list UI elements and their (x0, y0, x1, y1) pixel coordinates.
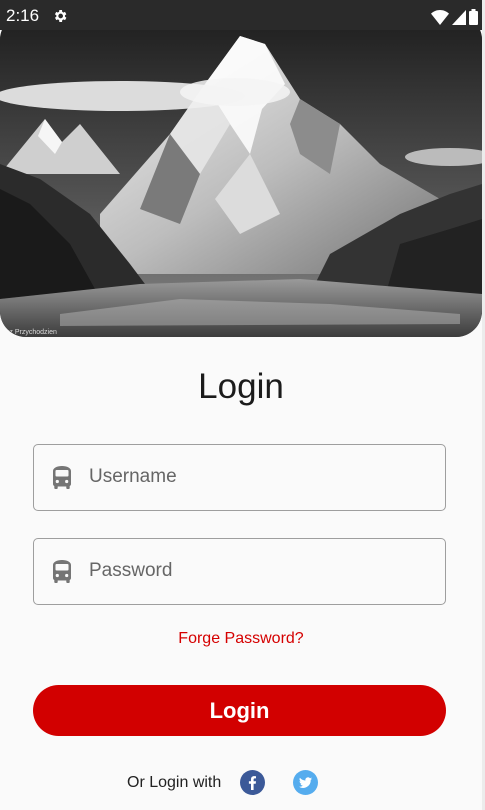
login-button[interactable]: Login (33, 685, 446, 736)
status-icons (431, 7, 478, 25)
mountain-illustration (0, 14, 482, 337)
battery-icon (469, 9, 478, 25)
bus-icon (53, 560, 71, 583)
status-bar: 2:16 (0, 0, 482, 30)
username-field[interactable] (33, 444, 446, 511)
login-screen: 2:16 asz Przychodzien Login Username For… (0, 0, 482, 810)
wifi-icon (431, 10, 449, 25)
facebook-icon[interactable] (240, 770, 265, 795)
forgot-password-link[interactable]: Forge Password? (0, 630, 482, 648)
social-login-label: Or Login with (127, 774, 222, 791)
twitter-icon[interactable] (293, 770, 318, 795)
password-input[interactable] (89, 539, 429, 603)
bus-icon (53, 466, 71, 489)
photo-credit: asz Przychodzien (2, 329, 57, 336)
status-time: 2:16 (6, 6, 40, 25)
settings-gear-icon (54, 10, 67, 22)
page-title: Login (198, 367, 284, 406)
cellular-signal-icon (452, 10, 466, 25)
social-login-row: Or Login with (0, 770, 482, 796)
password-field[interactable] (33, 538, 446, 605)
username-input[interactable] (89, 445, 429, 509)
hero-mountain-image: asz Przychodzien (0, 14, 482, 337)
